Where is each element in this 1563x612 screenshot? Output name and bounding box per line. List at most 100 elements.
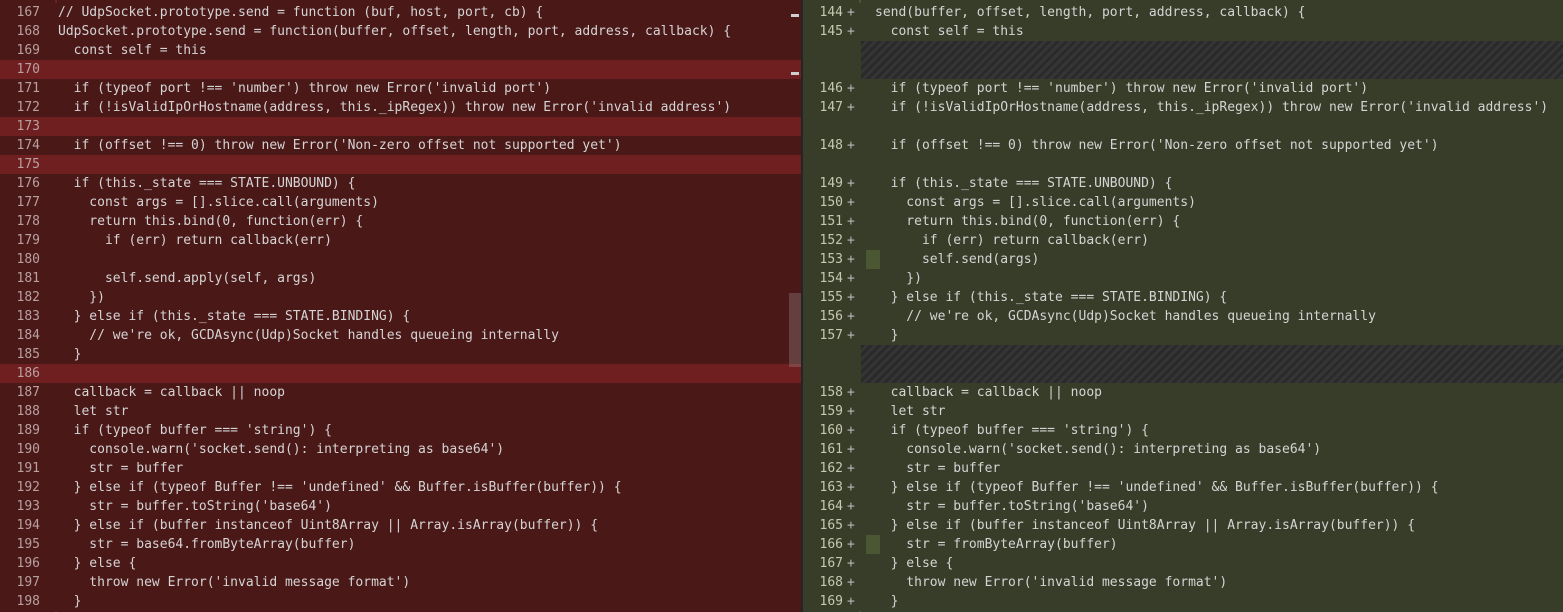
- left-code-line[interactable]: 198 }: [0, 592, 801, 611]
- right-code-line[interactable]: 167 + } else {: [803, 554, 1563, 573]
- line-number: 151: [819, 214, 843, 229]
- line-number: 161: [819, 442, 843, 457]
- line-number: 170: [16, 62, 40, 77]
- line-number: 190: [16, 442, 40, 457]
- code-text: self.send.apply(self, args): [58, 271, 317, 286]
- line-number: 148: [819, 138, 843, 153]
- right-code-line[interactable]: 153 + self.send(args): [803, 250, 1563, 269]
- left-code-line[interactable]: 168 UdpSocket.prototype.send = function(b…: [0, 22, 801, 41]
- line-number: 196: [16, 556, 40, 571]
- left-code-line[interactable]: 169 const self = this: [0, 41, 801, 60]
- alignment-gap: [861, 41, 1563, 79]
- line-number: 176: [16, 176, 40, 191]
- left-code-line[interactable]: 180: [0, 250, 801, 269]
- right-code-line[interactable]: [803, 117, 1563, 136]
- left-code-line[interactable]: 196 } else {: [0, 554, 801, 573]
- left-code-line[interactable]: 177 const args = [].slice.call(arguments…: [0, 193, 801, 212]
- left-code-line[interactable]: 176 if (this._state === STATE.UNBOUND) {: [0, 174, 801, 193]
- right-code-line[interactable]: 154 + }): [803, 269, 1563, 288]
- left-code-line[interactable]: 183 } else if (this._state === STATE.BIN…: [0, 307, 801, 326]
- right-code-line[interactable]: 169 + }: [803, 592, 1563, 611]
- left-code-line[interactable]: 181 self.send.apply(self, args): [0, 269, 801, 288]
- right-code-line[interactable]: 160 + if (typeof buffer === 'string') {: [803, 421, 1563, 440]
- code-text: return this.bind(0, function(err) {: [58, 214, 364, 229]
- code-text: console.warn('socket.send(): interpretin…: [875, 442, 1322, 457]
- line-number: 150: [819, 195, 843, 210]
- line-number: 168: [16, 24, 40, 39]
- code-text: } else if (typeof Buffer !== 'undefined'…: [875, 480, 1439, 495]
- left-code-line[interactable]: 179 if (err) return callback(err): [0, 231, 801, 250]
- right-code-line[interactable]: 155 + } else if (this._state === STATE.BI…: [803, 288, 1563, 307]
- left-code-line[interactable]: 175: [0, 155, 801, 174]
- code-text: }: [58, 594, 82, 609]
- left-code-line[interactable]: 171 if (typeof port !== 'number') throw …: [0, 79, 801, 98]
- right-code-line[interactable]: 156 + // we're ok, GCDAsync(Udp)Socket ha…: [803, 307, 1563, 326]
- left-code-line[interactable]: 167 // UdpSocket.prototype.send = functio…: [0, 3, 801, 22]
- left-code-line[interactable]: 173: [0, 117, 801, 136]
- line-number: 154: [819, 271, 843, 286]
- left-code-line[interactable]: 187 callback = callback || noop: [0, 383, 801, 402]
- line-number: 181: [16, 271, 40, 286]
- left-code-line[interactable]: 182 }): [0, 288, 801, 307]
- right-code-line[interactable]: 146 + if (typeof port !== 'number') throw…: [803, 79, 1563, 98]
- code-text: if (offset !== 0) throw new Error('Non-z…: [875, 138, 1439, 153]
- left-code-line[interactable]: 197 throw new Error('invalid message for…: [0, 573, 801, 592]
- diff-sign: +: [847, 100, 855, 115]
- right-code-line[interactable]: 163 + } else if (typeof Buffer !== 'undef…: [803, 478, 1563, 497]
- left-code-line[interactable]: 193 str = buffer.toString('base64'): [0, 497, 801, 516]
- line-number: 158: [819, 385, 843, 400]
- left-code-line[interactable]: 191 str = buffer: [0, 459, 801, 478]
- line-number: 156: [819, 309, 843, 324]
- right-code-line[interactable]: 150 + const args = [].slice.call(argument…: [803, 193, 1563, 212]
- right-code-line[interactable]: 145 + const self = this: [803, 22, 1563, 41]
- left-code-line[interactable]: 192 } else if (typeof Buffer !== 'undefi…: [0, 478, 801, 497]
- code-text: } else {: [58, 556, 137, 571]
- left-code-line[interactable]: 186: [0, 364, 801, 383]
- right-code-line[interactable]: 144 + send(buffer, offset, length, port, a…: [803, 3, 1563, 22]
- left-code-line[interactable]: 172 if (!isValidIpOrHostname(address, th…: [0, 98, 801, 117]
- line-number: 180: [16, 252, 40, 267]
- right-code-line[interactable]: 165 + } else if (buffer instanceof Uint8A…: [803, 516, 1563, 535]
- line-number: 174: [16, 138, 40, 153]
- left-code-line[interactable]: 184 // we're ok, GCDAsync(Udp)Socket han…: [0, 326, 801, 345]
- left-code-line[interactable]: 195 str = base64.fromByteArray(buffer): [0, 535, 801, 554]
- line-number: 194: [16, 518, 40, 533]
- left-code-line[interactable]: 189 if (typeof buffer === 'string') {: [0, 421, 801, 440]
- line-number: 185: [16, 347, 40, 362]
- code-text: if (typeof buffer === 'string') {: [58, 423, 332, 438]
- right-code-line[interactable]: 158 + callback = callback || noop: [803, 383, 1563, 402]
- right-code-line[interactable]: 149 + if (this._state === STATE.UNBOUND) …: [803, 174, 1563, 193]
- diff-sign: +: [847, 404, 855, 419]
- right-code-line[interactable]: 151 + return this.bind(0, function(err) {: [803, 212, 1563, 231]
- left-code-line[interactable]: 194 } else if (buffer instanceof Uint8Ar…: [0, 516, 801, 535]
- left-code-line[interactable]: 188 let str: [0, 402, 801, 421]
- right-code-line[interactable]: 161 + console.warn('socket.send(): interp…: [803, 440, 1563, 459]
- line-number: 178: [16, 214, 40, 229]
- right-code-line[interactable]: 157 + }: [803, 326, 1563, 345]
- left-code-line[interactable]: 190 console.warn('socket.send(): interpr…: [0, 440, 801, 459]
- right-code-line[interactable]: 164 + str = buffer.toString('base64'): [803, 497, 1563, 516]
- inline-change-marker: [866, 250, 880, 269]
- left-code-line[interactable]: 185 }: [0, 345, 801, 364]
- modified-pane[interactable]: 144 + send(buffer, offset, length, port, a…: [803, 0, 1563, 612]
- left-code-line[interactable]: 170: [0, 60, 801, 79]
- left-code-line[interactable]: 178 return this.bind(0, function(err) {: [0, 212, 801, 231]
- right-code-line[interactable]: 166 + str = fromByteArray(buffer): [803, 535, 1563, 554]
- diff-sign: +: [847, 518, 855, 533]
- right-code-line[interactable]: 162 + str = buffer: [803, 459, 1563, 478]
- line-number: 145: [819, 24, 843, 39]
- right-code-line[interactable]: 152 + if (err) return callback(err): [803, 231, 1563, 250]
- right-code-line[interactable]: 159 + let str: [803, 402, 1563, 421]
- scrollbar-thumb[interactable]: [789, 293, 801, 367]
- right-code-line[interactable]: 168 + throw new Error('invalid message fo…: [803, 573, 1563, 592]
- code-text: // UdpSocket.prototype.send = function (…: [58, 5, 544, 20]
- right-code-line[interactable]: 148 + if (offset !== 0) throw new Error('…: [803, 136, 1563, 155]
- code-text: if (typeof buffer === 'string') {: [875, 423, 1149, 438]
- left-code-line[interactable]: 174 if (offset !== 0) throw new Error('N…: [0, 136, 801, 155]
- code-text: return this.bind(0, function(err) {: [875, 214, 1181, 229]
- right-code-line[interactable]: [803, 155, 1563, 174]
- right-code-line[interactable]: 147 + if (!isValidIpOrHostname(address, t…: [803, 98, 1563, 117]
- line-number: 167: [819, 556, 843, 571]
- diff-sign: +: [847, 537, 855, 552]
- original-pane[interactable]: 167 // UdpSocket.prototype.send = functio…: [0, 0, 801, 612]
